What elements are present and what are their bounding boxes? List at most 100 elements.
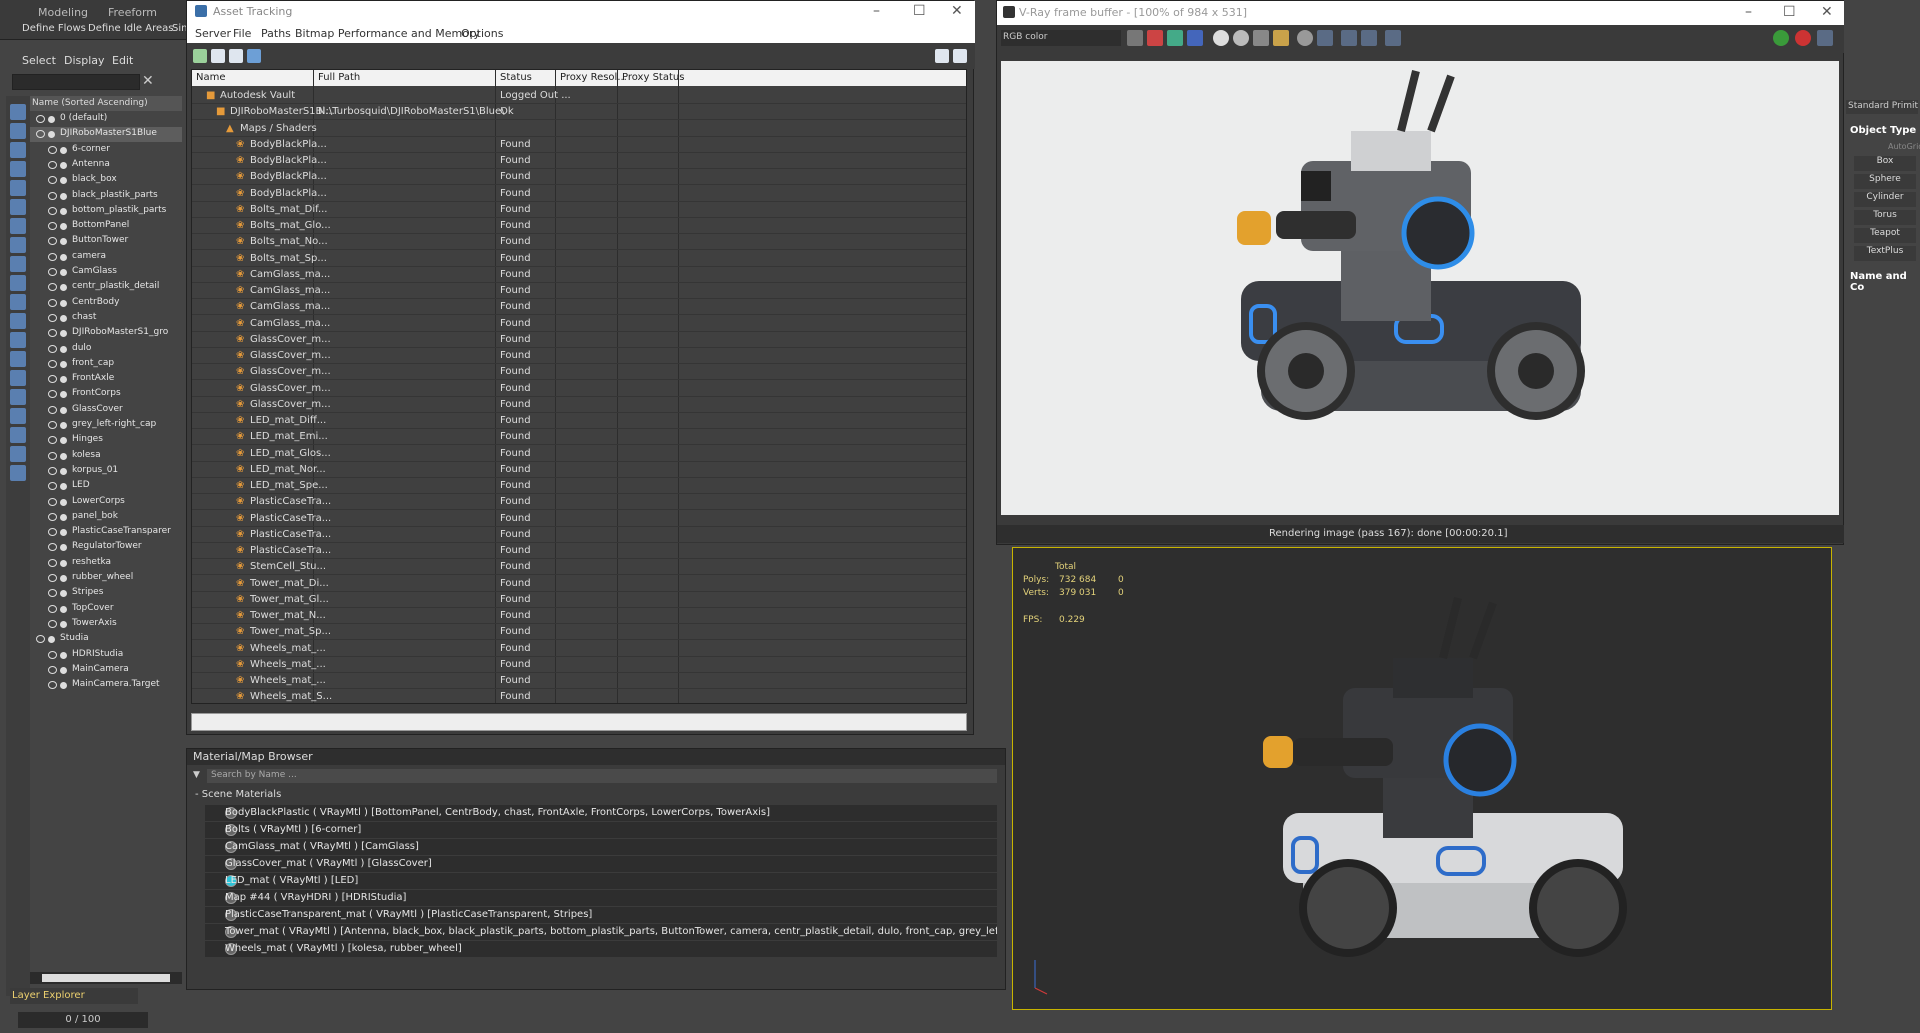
tree-row[interactable]: HDRIStudia [30, 648, 182, 663]
eye-icon[interactable] [48, 650, 57, 659]
eye-icon[interactable] [48, 390, 57, 399]
tab-freeform[interactable]: Freeform [108, 6, 157, 19]
tree-row[interactable]: grey_left-right_cap [30, 418, 182, 433]
material-item[interactable]: Tower_mat ( VRayMtl ) [Antenna, black_bo… [205, 924, 997, 941]
eye-icon[interactable] [48, 298, 57, 307]
link-icon[interactable] [1361, 30, 1377, 46]
asset-row[interactable]: ■ DJIRoboMasterS1Bl... N:\Turbosquid\DJIRo… [192, 104, 966, 121]
tree-row[interactable]: Hinges [30, 433, 182, 448]
asset-row[interactable]: ❀ CamGlass_ma... Found [192, 299, 966, 316]
asset-row[interactable]: ❀ PlasticCaseTra... Found [192, 511, 966, 527]
eye-icon[interactable] [48, 375, 57, 384]
eye-icon[interactable] [48, 191, 57, 200]
eye-icon[interactable] [48, 574, 57, 582]
asset-row[interactable]: ❀ GlassCover_m... Found [192, 364, 966, 381]
perspective-viewport[interactable]: Total Polys: 732 684 0 Verts: 379 031 0 … [1012, 547, 1832, 1010]
tree-row[interactable]: front_cap [30, 357, 182, 372]
asset-row[interactable]: ❀ LED_mat_Nor... Found [192, 462, 966, 478]
eye-icon[interactable] [48, 252, 57, 261]
channel-select[interactable]: RGB color [1001, 30, 1121, 46]
asset-row[interactable]: ❀ GlassCover_m... Found [192, 332, 966, 348]
asset-row[interactable]: ❀ Wheels_mat_... Found [192, 657, 966, 673]
menu-file[interactable]: File [233, 27, 251, 40]
eye-icon[interactable] [48, 145, 57, 154]
close-icon[interactable]: ✕ [142, 73, 154, 89]
green-channel-icon[interactable] [1167, 30, 1183, 46]
tree-row[interactable]: MainCamera.Target [30, 678, 182, 693]
asset-row[interactable]: ❀ Tower_mat_Di... Found [192, 576, 966, 592]
tree-row[interactable]: camera [30, 250, 182, 265]
asset-row[interactable]: ❀ GlassCover_m... Found [192, 348, 966, 364]
tree-row[interactable]: Studia [30, 632, 182, 647]
tree-row[interactable]: rubber_wheel [30, 571, 182, 586]
asset-row[interactable]: ❀ GlassCover_m... Found [192, 397, 966, 413]
tree-row[interactable]: Stripes [30, 586, 182, 601]
tree-row[interactable]: 0 (default) [30, 112, 182, 127]
asset-row[interactable]: ❀ LED_mat_Glos... Found [192, 446, 966, 462]
asset-row[interactable]: ❀ Tower_mat_Gl... Found [192, 592, 966, 608]
tree-row[interactable]: DJIRoboMasterS1Blue [30, 127, 182, 143]
eye-icon[interactable] [48, 558, 57, 567]
material-item[interactable]: Wheels_mat ( VRayMtl ) [kolesa, rubber_w… [205, 941, 997, 958]
material-item[interactable]: BodyBlackPlastic ( VRayMtl ) [BottomPane… [205, 805, 997, 822]
tree-row[interactable]: BottomPanel [30, 219, 182, 234]
eye-icon[interactable] [48, 681, 57, 690]
explorer-tool-icon[interactable] [10, 199, 26, 215]
primitive-button[interactable]: Sphere [1854, 174, 1916, 189]
eye-icon[interactable] [48, 283, 57, 292]
asset-row[interactable]: ❀ Bolts_mat_Sp... Found [192, 251, 966, 267]
tree-row[interactable]: 6-corner [30, 143, 182, 158]
eye-icon[interactable] [48, 543, 57, 552]
tree-row[interactable]: centr_plastik_detail [30, 280, 182, 295]
tree-row[interactable]: kolesa [30, 449, 182, 464]
material-item[interactable]: Map #44 ( VRayHDRI ) [HDRIStudia] [205, 890, 997, 907]
path-field[interactable] [191, 713, 967, 731]
blue-channel-icon[interactable] [1187, 30, 1203, 46]
asset-row[interactable]: ❀ Bolts_mat_Glo... Found [192, 218, 966, 234]
asset-row[interactable]: ❀ Bolts_mat_Dif... Found [192, 202, 966, 218]
explorer-tool-icon[interactable] [10, 275, 26, 291]
primitive-button[interactable]: Teapot [1854, 228, 1916, 243]
asset-row[interactable]: ❀ BodyBlackPla... Found [192, 137, 966, 153]
eye-icon[interactable] [48, 329, 57, 338]
menu-display[interactable]: Display [64, 54, 105, 67]
explorer-tool-icon[interactable] [10, 123, 26, 139]
eye-icon[interactable] [48, 482, 57, 491]
asset-row[interactable]: ❀ GlassCover_m... Found [192, 381, 966, 397]
eye-icon[interactable] [48, 344, 57, 353]
primitive-dropdown[interactable]: Standard Primitives [1846, 100, 1918, 114]
primitive-button[interactable]: Box [1854, 156, 1916, 171]
eye-icon[interactable] [48, 512, 57, 521]
explorer-tool-icon[interactable] [10, 142, 26, 158]
render-icon[interactable] [1773, 30, 1789, 46]
eye-icon[interactable] [48, 405, 57, 414]
name-color-heading[interactable]: Name and Co [1850, 271, 1920, 293]
explorer-tool-icon[interactable] [10, 161, 26, 177]
tree-row[interactable]: RegulatorTower [30, 540, 182, 555]
eye-icon[interactable] [48, 436, 57, 445]
explorer-tool-icon[interactable] [10, 446, 26, 462]
eye-icon[interactable] [48, 160, 57, 169]
refresh-icon[interactable] [193, 49, 207, 63]
explorer-tool-icon[interactable] [10, 313, 26, 329]
explorer-tool-icon[interactable] [10, 180, 26, 196]
asset-row[interactable]: ❀ Wheels_mat_... Found [192, 673, 966, 689]
asset-row[interactable]: ▲ Maps / Shaders [192, 121, 966, 137]
eye-icon[interactable] [48, 451, 57, 460]
eye-icon[interactable] [48, 619, 57, 628]
eye-icon[interactable] [36, 635, 45, 644]
eye-icon[interactable] [48, 237, 57, 246]
tree-row[interactable]: black_box [30, 173, 182, 188]
asset-row[interactable]: ❀ Tower_mat_Sp... Found [192, 624, 966, 641]
tree-row[interactable]: GlassCover [30, 403, 182, 418]
eye-icon[interactable] [48, 222, 57, 231]
settings-icon[interactable] [953, 49, 967, 63]
asset-row[interactable]: ■ Autodesk Vault Logged Out ... [192, 88, 966, 104]
display-icon[interactable] [1385, 30, 1401, 46]
explorer-tool-icon[interactable] [10, 332, 26, 348]
region-icon[interactable] [1317, 30, 1333, 46]
eye-icon[interactable] [48, 528, 57, 537]
menu-select[interactable]: Select [22, 54, 56, 67]
object-type-heading[interactable]: Object Type [1850, 125, 1916, 136]
maximize-icon[interactable]: ☐ [913, 3, 926, 19]
